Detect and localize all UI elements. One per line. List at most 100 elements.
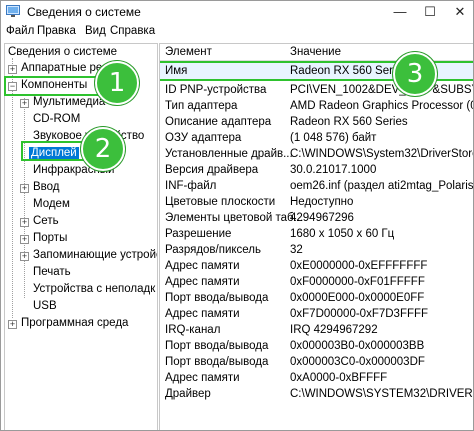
system-info-app-icon bbox=[6, 5, 20, 17]
row-item-name: Адрес памяти bbox=[165, 276, 240, 288]
callout-highlight-display bbox=[21, 141, 85, 161]
maximize-button[interactable]: ☐ bbox=[415, 1, 445, 23]
expand-icon[interactable]: + bbox=[8, 65, 17, 74]
window-title: Сведения о системе bbox=[27, 5, 141, 19]
row-item-value: 0x000003B0-0x000003BB bbox=[290, 340, 425, 352]
table-row[interactable]: Адрес памяти 0xF0000000-0xF01FFFFF bbox=[160, 274, 473, 290]
table-row[interactable]: Разрешение 1680 x 1050 x 60 Гц bbox=[160, 226, 473, 242]
table-row[interactable]: Цветовые плоскости Недоступно bbox=[160, 194, 473, 210]
table-row[interactable]: Адрес памяти 0xF7D00000-0xF7D3FFFF bbox=[160, 306, 473, 322]
tree-item-cdrom[interactable]: CD-ROM bbox=[33, 111, 80, 128]
table-row[interactable]: Тип адаптера AMD Radeon Graphics Process… bbox=[160, 98, 473, 114]
row-item-name: Тип адаптера bbox=[165, 100, 238, 112]
table-row[interactable]: Версия драйвера 30.0.21017.1000 bbox=[160, 162, 473, 178]
tree-guide-line bbox=[12, 58, 13, 318]
callout-highlight-components bbox=[4, 76, 102, 96]
table-row[interactable]: Адрес памяти 0xE0000000-0xEFFFFFFF bbox=[160, 258, 473, 274]
tree-item-modem[interactable]: Модем bbox=[33, 196, 70, 213]
menu-bar: Файл Правка Вид Справка bbox=[1, 23, 473, 41]
row-item-value: Radeon RX 560 Series bbox=[290, 116, 408, 128]
tree-item-software-environment[interactable]: + Программная среда bbox=[8, 315, 128, 332]
tree-guide-line bbox=[24, 98, 25, 298]
row-item-name: Адрес памяти bbox=[165, 260, 240, 272]
details-table[interactable]: Элемент Значение Имя Radeon RX 560 Serie… bbox=[159, 43, 474, 430]
row-item-value: C:\WINDOWS\System32\DriverStore\Fil bbox=[290, 148, 474, 160]
row-item-name: Версия драйвера bbox=[165, 164, 259, 176]
expand-icon[interactable]: + bbox=[8, 320, 17, 329]
row-item-name: Порт ввода/вывода bbox=[165, 292, 269, 304]
expand-icon[interactable]: + bbox=[20, 235, 29, 244]
expand-icon[interactable]: + bbox=[20, 99, 29, 108]
row-item-value: PCI\VEN_1002&DEV_67FF&SUBSYS_2211 bbox=[290, 84, 473, 96]
tree-item-printing[interactable]: Печать bbox=[33, 264, 71, 281]
row-item-value: (1 048 576) байт bbox=[290, 132, 377, 144]
callout-badge-3: 3 bbox=[393, 52, 437, 96]
tree-root[interactable]: Сведения о системе bbox=[8, 44, 117, 61]
row-item-value: 0xF0000000-0xF01FFFFF bbox=[290, 276, 425, 288]
row-item-name: ОЗУ адаптера bbox=[165, 132, 242, 144]
table-row[interactable]: IRQ-канал IRQ 4294967292 bbox=[160, 322, 473, 338]
tree-item-hardware-resources[interactable]: + Аппаратные ре bbox=[8, 60, 102, 77]
row-item-name: ID PNP-устройства bbox=[165, 84, 267, 96]
tree-item-problem-devices[interactable]: Устройства с неполадк bbox=[33, 281, 155, 298]
row-item-value: 30.0.21017.1000 bbox=[290, 164, 377, 176]
callout-badge-2: 2 bbox=[81, 127, 125, 171]
row-item-value: Radeon RX 560 Series bbox=[290, 65, 408, 77]
row-item-name: Адрес памяти bbox=[165, 308, 240, 320]
row-item-value: 0x000003C0-0x000003DF bbox=[290, 356, 425, 368]
row-item-name: Цветовые плоскости bbox=[165, 196, 276, 208]
row-item-value: 0x0000E000-0x0000E0FF bbox=[290, 292, 425, 304]
table-row[interactable]: Порт ввода/вывода 0x000003B0-0x000003BB bbox=[160, 338, 473, 354]
menu-file[interactable]: Файл bbox=[6, 25, 34, 37]
tree-item-storage[interactable]: + Запоминающие устройст bbox=[20, 247, 157, 264]
title-bar[interactable]: Сведения о системе — ☐ ✕ bbox=[1, 1, 473, 23]
column-header-value[interactable]: Значение bbox=[290, 46, 341, 58]
row-item-name: Имя bbox=[165, 65, 188, 77]
table-row[interactable]: Порт ввода/вывода 0x000003C0-0x000003DF bbox=[160, 354, 473, 370]
table-row[interactable]: Драйвер C:\WINDOWS\SYSTEM32\DRIVERSTORE\ bbox=[160, 386, 473, 402]
category-tree[interactable]: Сведения о системе + Аппаратные ре − Компо… bbox=[4, 43, 158, 430]
table-row[interactable]: Разрядов/пиксель 32 bbox=[160, 242, 473, 258]
row-item-name: Порт ввода/вывода bbox=[165, 340, 269, 352]
tree-item-ports[interactable]: + Порты bbox=[20, 230, 67, 247]
column-header-item[interactable]: Элемент bbox=[165, 46, 212, 58]
row-item-value: 4294967296 bbox=[290, 212, 354, 224]
table-row[interactable]: Элементы цветовой таб... 4294967296 bbox=[160, 210, 473, 226]
table-row[interactable]: Порт ввода/вывода 0x0000E000-0x0000E0FF bbox=[160, 290, 473, 306]
row-item-name: Разрядов/пиксель bbox=[165, 244, 262, 256]
row-item-value: Недоступно bbox=[290, 196, 354, 208]
row-item-value: IRQ 4294967292 bbox=[290, 324, 378, 336]
row-item-name: Адрес памяти bbox=[165, 372, 240, 384]
tree-item-multimedia[interactable]: + Мультимедиа bbox=[20, 94, 105, 111]
table-row[interactable]: Установленные драйв... C:\WINDOWS\System… bbox=[160, 146, 474, 162]
row-item-value: C:\WINDOWS\SYSTEM32\DRIVERSTORE\ bbox=[290, 388, 473, 400]
menu-help[interactable]: Справка bbox=[110, 25, 155, 37]
tree-item-network[interactable]: + Сеть bbox=[20, 213, 59, 230]
row-item-value: 1680 x 1050 x 60 Гц bbox=[290, 228, 395, 240]
row-item-value: AMD Radeon Graphics Processor (0x67 bbox=[290, 100, 473, 112]
row-item-name: Порт ввода/вывода bbox=[165, 356, 269, 368]
row-item-name: IRQ-канал bbox=[165, 324, 221, 336]
row-item-value: 32 bbox=[290, 244, 303, 256]
menu-view[interactable]: Вид bbox=[85, 25, 106, 37]
expand-icon[interactable]: + bbox=[20, 218, 29, 227]
table-row[interactable]: Описание адаптера Radeon RX 560 Series bbox=[160, 114, 473, 130]
table-row[interactable]: Адрес памяти 0xA0000-0xBFFFF bbox=[160, 370, 473, 386]
close-button[interactable]: ✕ bbox=[445, 1, 473, 23]
row-item-name: Разрешение bbox=[165, 228, 232, 240]
menu-edit[interactable]: Правка bbox=[37, 25, 76, 37]
row-item-value: 0xA0000-0xBFFFF bbox=[290, 372, 388, 384]
minimize-button[interactable]: — bbox=[385, 1, 415, 23]
tree-item-usb[interactable]: USB bbox=[33, 298, 57, 315]
row-item-name: Описание адаптера bbox=[165, 116, 272, 128]
expand-icon[interactable]: + bbox=[20, 184, 29, 193]
system-info-window: Сведения о системе — ☐ ✕ Файл Правка Вид… bbox=[0, 0, 474, 431]
callout-badge-1: 1 bbox=[95, 61, 139, 105]
table-row[interactable]: INF-файл oem26.inf (раздел ati2mtag_Pola… bbox=[160, 178, 474, 194]
row-item-name: Установленные драйв... bbox=[165, 148, 293, 160]
tree-item-input[interactable]: + Ввод bbox=[20, 179, 60, 196]
expand-icon[interactable]: + bbox=[20, 252, 29, 261]
row-item-value: 0xF7D00000-0xF7D3FFFF bbox=[290, 308, 429, 320]
row-item-value: oem26.inf (раздел ati2mtag_Polaris11) bbox=[290, 180, 474, 192]
table-row[interactable]: ОЗУ адаптера (1 048 576) байт bbox=[160, 130, 473, 146]
